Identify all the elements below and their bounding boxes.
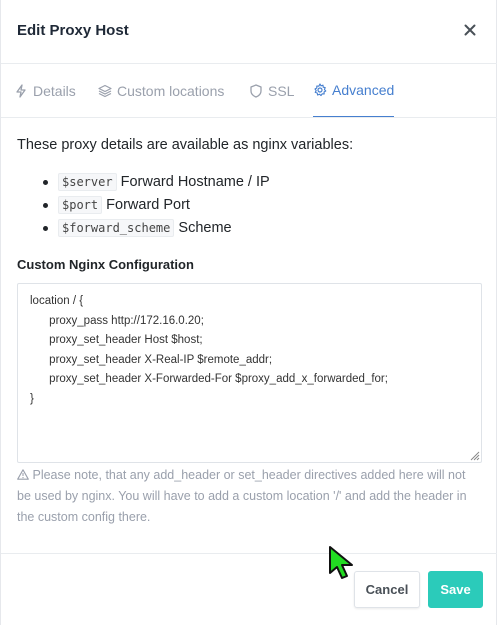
variable-description: Forward Port bbox=[106, 197, 190, 213]
variables-intro: These proxy details are available as ngi… bbox=[17, 137, 354, 153]
bullet bbox=[43, 203, 48, 208]
tab-custom-locations[interactable]: Custom locations bbox=[98, 64, 224, 117]
gear-icon bbox=[314, 83, 327, 97]
nginx-config-textarea[interactable]: location / { proxy_pass http://172.16.0.… bbox=[17, 283, 482, 463]
config-note-text: Please note, that any add_header or set_… bbox=[17, 468, 467, 524]
save-button[interactable]: Save bbox=[428, 571, 483, 608]
tab-advanced-label: Advanced bbox=[332, 82, 395, 98]
variable-code: $server bbox=[58, 173, 117, 191]
cancel-button[interactable]: Cancel bbox=[354, 571, 420, 608]
dialog-header: Edit Proxy Host bbox=[1, 0, 497, 64]
bolt-icon bbox=[16, 83, 26, 98]
shield-icon bbox=[250, 83, 262, 98]
config-note: Please note, that any add_header or set_… bbox=[17, 465, 479, 528]
tab-custom-locations-label: Custom locations bbox=[117, 82, 225, 99]
layers-icon bbox=[98, 84, 112, 97]
tab-details-label: Details bbox=[33, 82, 76, 99]
resize-handle-icon[interactable] bbox=[468, 449, 480, 461]
variable-code: $forward_scheme bbox=[58, 219, 175, 237]
tab-ssl[interactable]: SSL bbox=[249, 64, 294, 117]
tab-advanced[interactable]: Advanced bbox=[313, 64, 395, 117]
tab-ssl-label: SSL bbox=[268, 82, 295, 99]
tab-details[interactable]: Details bbox=[14, 64, 76, 117]
mouse-cursor-icon bbox=[329, 546, 353, 579]
edit-proxy-host-dialog: Edit Proxy Host Details Custom locations bbox=[0, 0, 497, 625]
dialog-footer: Cancel Save bbox=[1, 553, 497, 625]
bullet bbox=[43, 226, 48, 231]
variable-description: Forward Hostname / IP bbox=[120, 174, 270, 190]
variable-description: Scheme bbox=[178, 220, 232, 236]
bullet bbox=[43, 180, 48, 185]
dialog-title: Edit Proxy Host bbox=[17, 22, 129, 39]
tab-bar: Details Custom locations SSL Advanced bbox=[1, 64, 497, 118]
config-label: Custom Nginx Configuration bbox=[17, 257, 194, 272]
close-button[interactable] bbox=[460, 20, 480, 40]
close-icon bbox=[464, 24, 476, 36]
variable-code: $port bbox=[58, 196, 103, 214]
warning-icon bbox=[17, 469, 29, 480]
